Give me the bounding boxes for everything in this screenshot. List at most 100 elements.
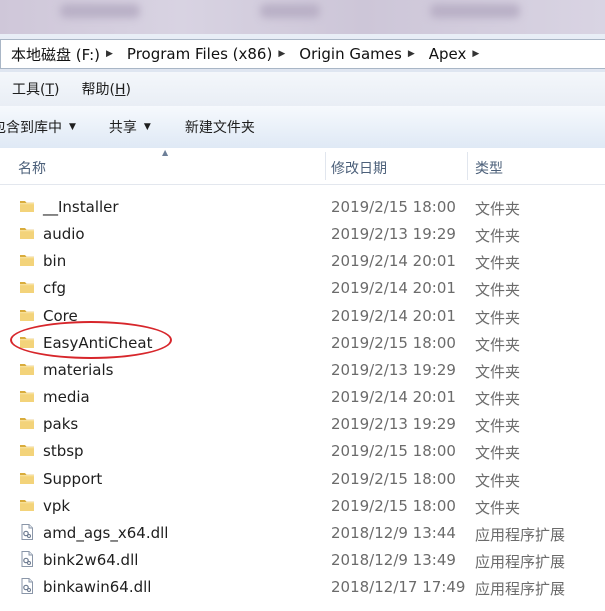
breadcrumb-item-apex[interactable]: Apex — [417, 45, 473, 63]
blurred-title-text — [430, 4, 520, 18]
file-type: 文件夹 — [475, 362, 521, 381]
file-name: paks — [43, 415, 79, 434]
file-name: cfg — [43, 279, 67, 298]
file-row[interactable]: __Installer 2019/2/15 18:00 文件夹 — [0, 193, 605, 220]
file-row[interactable]: amd_ags_x64.dll 2018/12/9 13:44 应用程序扩展 — [0, 519, 605, 546]
folder-icon — [18, 278, 36, 296]
dll-file-icon — [18, 550, 36, 568]
file-type: 文件夹 — [475, 281, 521, 300]
breadcrumb-separator-icon[interactable]: ▶ — [106, 49, 115, 59]
menu-help[interactable]: 帮助(H) — [71, 79, 142, 99]
breadcrumb-item-program-files[interactable]: Program Files (x86) — [115, 45, 278, 63]
file-row[interactable]: bin 2019/2/14 20:01 文件夹 — [0, 247, 605, 274]
file-type: 文件夹 — [475, 444, 521, 463]
file-modified-date: 2019/2/13 19:29 — [331, 225, 456, 244]
file-row[interactable]: materials 2019/2/13 19:29 文件夹 — [0, 356, 605, 383]
include-in-library-label: 包含到库中 — [0, 120, 62, 136]
folder-icon — [18, 306, 36, 324]
file-name: __Installer — [43, 198, 119, 216]
file-row[interactable]: vpk 2019/2/15 18:00 文件夹 — [0, 492, 605, 519]
folder-icon — [18, 224, 36, 242]
folder-icon — [18, 496, 36, 514]
file-type: 文件夹 — [475, 390, 521, 409]
new-folder-button[interactable]: 新建文件夹 — [185, 117, 255, 137]
file-row[interactable]: cfg 2019/2/14 20:01 文件夹 — [0, 274, 605, 301]
menu-bar: 工具(T) 帮助(H) — [0, 72, 605, 107]
file-name: Support — [43, 469, 103, 488]
file-name: vpk — [43, 496, 71, 515]
file-type: 文件夹 — [475, 308, 521, 327]
breadcrumb-separator-icon[interactable]: ▶ — [472, 49, 481, 59]
file-name: audio — [43, 225, 85, 244]
file-row[interactable]: stbsp 2019/2/15 18:00 文件夹 — [0, 437, 605, 464]
file-type: 应用程序扩展 — [475, 552, 566, 571]
include-in-library-button[interactable]: 包含到库中 ▼ — [0, 117, 76, 137]
menu-tools-label: 工具( — [12, 82, 46, 98]
file-row[interactable]: Support 2019/2/15 18:00 文件夹 — [0, 465, 605, 492]
file-row[interactable]: paks 2019/2/13 19:29 文件夹 — [0, 410, 605, 437]
file-name: materials — [43, 360, 114, 379]
file-type: 应用程序扩展 — [475, 525, 566, 544]
file-type: 文件夹 — [475, 200, 521, 218]
file-type: 文件夹 — [475, 227, 521, 246]
breadcrumb-item-origin-games[interactable]: Origin Games — [287, 45, 408, 63]
share-button[interactable]: 共享 ▼ — [109, 117, 151, 137]
share-label: 共享 — [108, 120, 137, 136]
file-row[interactable]: bink2w64.dll 2018/12/9 13:49 应用程序扩展 — [0, 546, 605, 573]
file-modified-date: 2018/12/17 17:49 — [331, 578, 466, 597]
menu-tools-suffix: ) — [54, 82, 60, 98]
blurred-title-text — [260, 4, 320, 18]
address-bar: 本地磁盘 (F:) ▶ Program Files (x86) ▶ Origin… — [0, 34, 605, 73]
file-row[interactable]: binkawin64.dll 2018/12/17 17:49 应用程序扩展 — [0, 573, 605, 600]
folder-icon — [18, 441, 36, 459]
folder-icon — [18, 197, 36, 215]
file-modified-date: 2019/2/15 18:00 — [331, 496, 456, 515]
breadcrumb-item-drive[interactable]: 本地磁盘 (F:) — [1, 44, 106, 65]
file-modified-date: 2019/2/14 20:01 — [331, 279, 456, 298]
menu-help-accesskey: H — [114, 82, 126, 98]
file-modified-date: 2018/12/9 13:44 — [331, 523, 456, 542]
file-type: 应用程序扩展 — [475, 580, 566, 599]
column-header-name[interactable]: 名称 — [18, 158, 46, 178]
folder-icon — [18, 360, 36, 378]
blurred-title-text — [60, 4, 140, 18]
menu-help-suffix: ) — [125, 82, 131, 98]
column-header-date[interactable]: 修改日期 — [331, 158, 387, 178]
file-modified-date: 2018/12/9 13:49 — [331, 550, 456, 569]
file-row[interactable]: audio 2019/2/13 19:29 文件夹 — [0, 220, 605, 247]
file-modified-date: 2019/2/13 19:29 — [331, 415, 456, 434]
breadcrumb[interactable]: 本地磁盘 (F:) ▶ Program Files (x86) ▶ Origin… — [0, 39, 605, 69]
file-name: stbsp — [43, 442, 84, 461]
file-name: bink2w64.dll — [43, 550, 139, 569]
file-name: amd_ags_x64.dll — [43, 523, 169, 542]
column-header-type[interactable]: 类型 — [475, 158, 503, 178]
file-type: 文件夹 — [475, 254, 521, 273]
red-highlight-circle — [10, 321, 172, 359]
window-title-bar — [0, 0, 605, 34]
file-modified-date: 2019/2/15 18:00 — [331, 469, 456, 488]
file-modified-date: 2019/2/13 19:29 — [331, 360, 456, 379]
sort-up-icon: ▲ — [162, 148, 169, 157]
breadcrumb-separator-icon[interactable]: ▶ — [278, 49, 287, 59]
file-modified-date: 2019/2/15 18:00 — [331, 333, 456, 352]
dll-file-icon — [18, 577, 36, 595]
file-type: 文件夹 — [475, 471, 521, 490]
column-header: ▲ 名称 修改日期 类型 — [0, 148, 605, 185]
command-bar: 包含到库中 ▼ 共享 ▼ 新建文件夹 — [0, 106, 605, 149]
file-row[interactable]: media 2019/2/14 20:01 文件夹 — [0, 383, 605, 410]
file-type: 文件夹 — [475, 498, 521, 517]
file-name: binkawin64.dll — [43, 578, 152, 597]
menu-tools[interactable]: 工具(T) — [0, 79, 71, 99]
file-modified-date: 2019/2/14 20:01 — [331, 252, 456, 271]
column-divider[interactable] — [325, 152, 326, 180]
breadcrumb-separator-icon[interactable]: ▶ — [408, 49, 417, 59]
folder-icon — [18, 387, 36, 405]
menu-help-label: 帮助( — [81, 82, 115, 98]
folder-icon — [18, 414, 36, 432]
chevron-down-icon: ▼ — [143, 122, 151, 132]
file-type: 文件夹 — [475, 417, 521, 436]
file-type: 文件夹 — [475, 335, 521, 354]
new-folder-label: 新建文件夹 — [184, 120, 255, 136]
column-divider[interactable] — [467, 152, 468, 180]
file-modified-date: 2019/2/14 20:01 — [331, 306, 456, 325]
